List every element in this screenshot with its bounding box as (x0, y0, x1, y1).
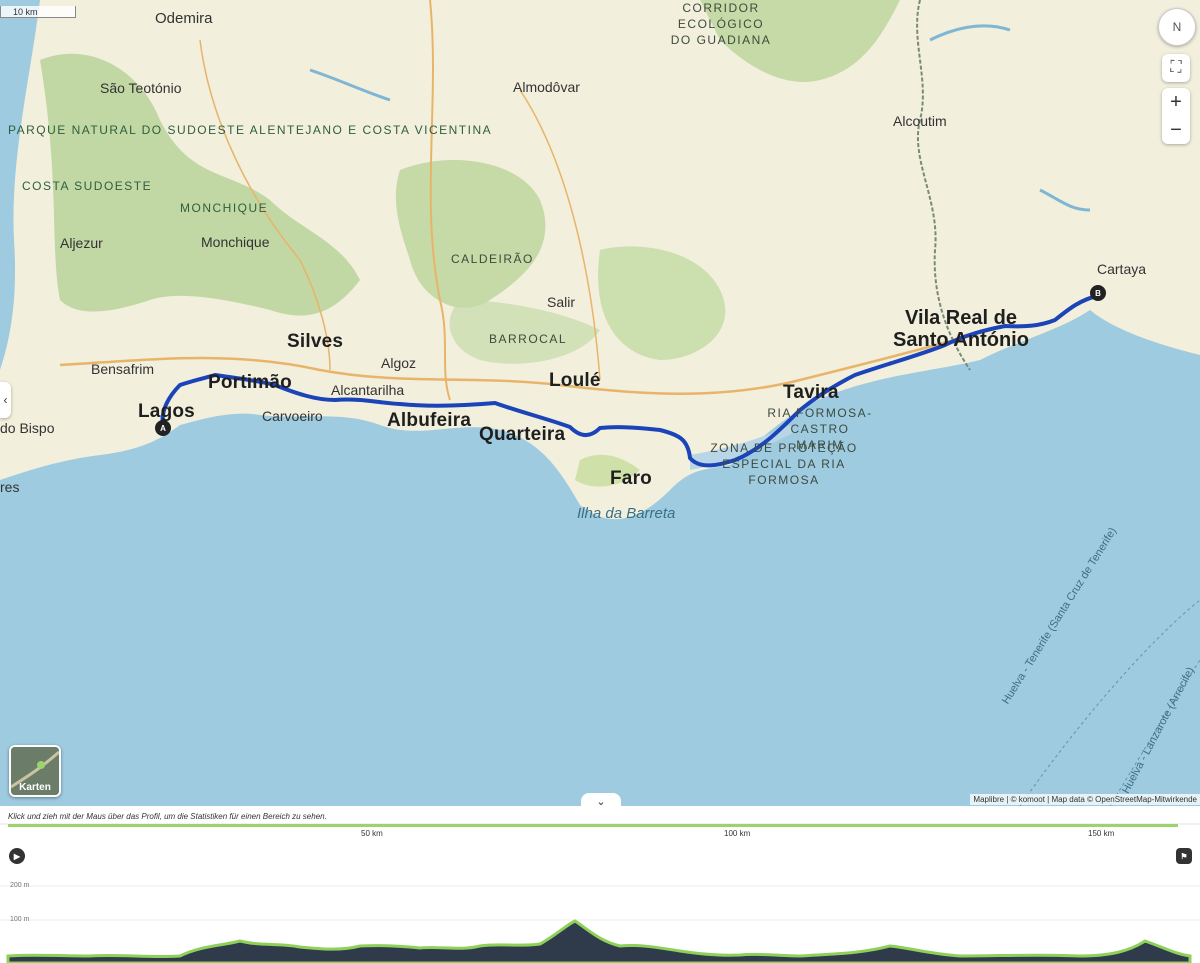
place-label-aljezur: Aljezur (60, 235, 103, 251)
place-label-alcoutim: Alcoutim (893, 113, 947, 129)
chevron-left-icon: ‹ (3, 393, 8, 407)
place-label-albufeira: Albufeira (387, 410, 472, 431)
place-label-vila-real: Vila Real de Santo António (893, 307, 1029, 351)
area-label-monchique-range: MONCHIQUE (180, 201, 269, 215)
place-label-res: res (0, 479, 20, 495)
zoom-in-button[interactable]: + (1162, 88, 1190, 116)
profile-tick-50: 50 km (361, 829, 383, 838)
place-label-bensafrim: Bensafrim (91, 361, 155, 377)
locate-button[interactable]: ⛶ (1162, 54, 1190, 82)
place-label-tavira: Tavira (783, 382, 839, 403)
area-label-guadiana: CORRIDOR ECOLÓGICO DO GUADIANA (670, 1, 772, 47)
place-label-silves: Silves (287, 331, 344, 352)
play-icon[interactable]: ▶ (9, 848, 25, 864)
compass-button[interactable]: N (1158, 8, 1196, 46)
place-label-salir: Salir (547, 294, 576, 310)
profile-chart[interactable] (0, 806, 1200, 963)
place-label-faro: Faro (610, 468, 652, 489)
area-label-parque-natural: PARQUE NATURAL DO SUDOESTE ALENTEJANO E … (8, 123, 491, 138)
layers-label: Karten (19, 782, 51, 793)
attribution: Maplibre | © komoot | Map data © OpenStr… (970, 794, 1200, 805)
place-label-cartaya: Cartaya (1097, 261, 1147, 277)
map-layers-button[interactable]: Karten (9, 745, 61, 797)
place-label-carvoeiro: Carvoeiro (262, 408, 323, 424)
area-label-zona-protecao: ZONA DE PROTEÇÃO ESPECIAL DA RIA FORMOSA (710, 441, 858, 487)
area-label-costa-sudoeste: COSTA SUDOESTE (22, 179, 153, 193)
route-start-marker[interactable]: A (155, 420, 171, 436)
place-label-sao-teotonio: São Teotónio (100, 80, 182, 96)
area-label-barrocal: BARROCAL (489, 332, 568, 346)
profile-tick-100: 100 km (724, 829, 751, 838)
route-end-marker[interactable]: B (1090, 285, 1106, 301)
locate-icon: ⛶ (1170, 59, 1182, 76)
chevron-down-icon: ⌄ (596, 795, 606, 807)
place-label-alcantarilha: Alcantarilha (331, 382, 405, 398)
place-label-loule: Loulé (549, 370, 601, 391)
place-label-lagos: Lagos (138, 401, 195, 422)
area-label-caldeirao: CALDEIRÃO (451, 252, 534, 266)
place-label-monchique: Monchique (201, 234, 270, 250)
sidebar-toggle-button[interactable]: ‹ (0, 382, 11, 418)
profile-y-label-200: 200 m (10, 882, 30, 889)
place-label-quarteira: Quarteira (479, 424, 566, 445)
zoom-control: + − (1162, 88, 1190, 144)
place-label-portimao: Portimão (208, 372, 292, 393)
elevation-area (6, 919, 1192, 963)
place-label-odemira: Odemira (155, 10, 213, 27)
map-view[interactable]: 10 km Odemira São Teotónio Almodôvar Alc… (0, 0, 1200, 806)
collapse-profile-button[interactable]: ⌄ (581, 793, 621, 806)
place-label-almodovar: Almodôvar (513, 79, 580, 95)
finish-flag-icon[interactable]: ⚑ (1176, 848, 1192, 864)
place-label-algoz: Algoz (381, 355, 417, 371)
scale-bar: 10 km (0, 6, 76, 18)
place-label-vila-do-bispo: do Bispo (0, 420, 55, 436)
compass-icon: N (1172, 20, 1182, 34)
elevation-profile[interactable]: Klick und zieh mit der Maus über das Pro… (0, 806, 1200, 963)
water-label-ilha-barreta: Ilha da Barreta (577, 505, 676, 522)
profile-tick-150: 150 km (1088, 829, 1115, 838)
profile-y-label-100: 100 m (10, 916, 30, 923)
zoom-out-button[interactable]: − (1162, 116, 1190, 144)
